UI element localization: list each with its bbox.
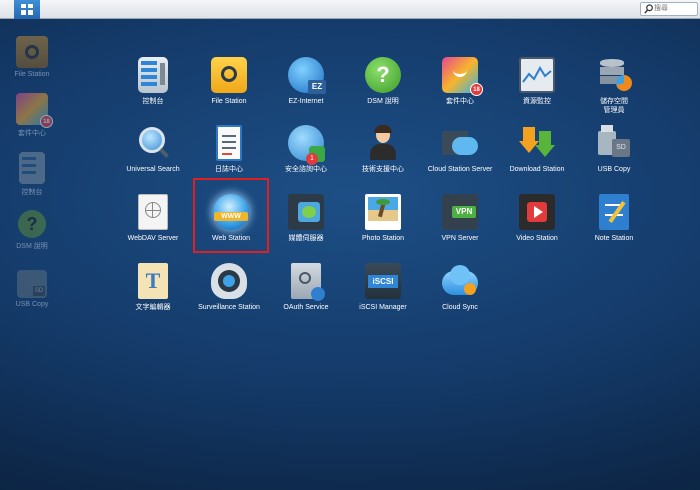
package-center-icon: 18 [16, 93, 53, 128]
app-resource-monitor[interactable]: 資源監控 [499, 57, 575, 106]
app-universal-search[interactable]: Universal Search [115, 125, 191, 174]
control-panel-icon [138, 57, 168, 93]
desktop-shortcut-dsm-help[interactable]: ? DSM 說明 [4, 210, 60, 251]
app-iscsi-manager[interactable]: iSCSI iSCSI Manager [345, 263, 421, 312]
app-video-station[interactable]: Video Station [499, 194, 575, 243]
cloud-station-icon [442, 125, 478, 161]
app-cloud-sync[interactable]: Cloud Sync [422, 263, 498, 312]
app-log-center[interactable]: 日誌中心 [191, 125, 267, 174]
cloud-sync-icon [442, 263, 478, 299]
resource-monitor-icon [519, 57, 555, 93]
app-file-station[interactable]: File Station [191, 57, 267, 106]
storage-manager-icon [596, 57, 632, 93]
support-center-icon [365, 125, 401, 161]
help-icon: ? [365, 57, 401, 93]
app-note-station[interactable]: Note Station [576, 194, 652, 243]
app-text-editor[interactable]: T 文字編輯器 [115, 263, 191, 312]
taskbar: 搜尋 [0, 0, 700, 19]
main-menu-button[interactable] [14, 0, 40, 19]
usb-icon: SD [17, 270, 47, 298]
app-media-server[interactable]: 媒體伺服器 [268, 194, 344, 243]
search-icon [135, 125, 171, 161]
text-editor-icon: T [138, 263, 168, 299]
app-webdav-server[interactable]: WebDAV Server [115, 194, 191, 243]
desktop-shortcut-control-panel[interactable]: 控制台 [4, 152, 60, 197]
video-icon [519, 194, 555, 230]
folder-icon [16, 36, 48, 68]
search-input[interactable]: 搜尋 [640, 2, 698, 16]
app-dsm-help[interactable]: ? DSM 說明 [345, 57, 421, 106]
app-photo-station[interactable]: Photo Station [345, 194, 421, 243]
control-panel-icon [19, 152, 45, 184]
download-icon [519, 125, 555, 161]
folder-icon [211, 57, 247, 93]
security-advisor-icon: 1 [288, 125, 325, 165]
app-support-center[interactable]: 技術支援中心 [345, 125, 421, 174]
app-usb-copy[interactable]: SD USB Copy [576, 125, 652, 174]
grid-icon [21, 4, 33, 15]
storage-manager-label-line1: 儲存空間 [600, 98, 628, 105]
search-icon [644, 4, 653, 14]
log-center-icon [216, 125, 242, 161]
desktop-shortcut-package-center[interactable]: 18 套件中心 [4, 93, 60, 138]
desktop-shortcut-file-station[interactable]: File Station [4, 36, 60, 78]
photo-icon [365, 194, 401, 230]
www-globe-icon: WWW [213, 194, 249, 230]
webdav-icon [138, 194, 168, 230]
app-vpn-server[interactable]: VPN VPN Server [422, 194, 498, 243]
app-storage-manager[interactable]: 儲存空間 管理員 [576, 57, 652, 115]
ez-internet-icon: EZ [288, 57, 326, 94]
camera-icon [211, 263, 247, 299]
app-download-station[interactable]: Download Station [499, 125, 575, 174]
vpn-icon: VPN [442, 194, 478, 230]
app-oauth-service[interactable]: OAuth Service [268, 263, 344, 312]
app-surveillance-station[interactable]: Surveillance Station [191, 263, 267, 312]
storage-manager-label-line2: 管理員 [603, 107, 625, 114]
app-cloud-station-server[interactable]: Cloud Station Server [422, 125, 498, 174]
package-center-icon: 18 [442, 57, 483, 96]
app-web-station[interactable]: WWW Web Station [193, 194, 269, 243]
app-ez-internet[interactable]: EZ EZ-Internet [268, 57, 344, 106]
iscsi-icon: iSCSI [365, 263, 401, 299]
app-package-center[interactable]: 18 套件中心 [422, 57, 498, 106]
oauth-icon [291, 263, 325, 301]
search-placeholder: 搜尋 [654, 5, 668, 12]
app-security-advisor[interactable]: 1 安全諮詢中心 [268, 125, 344, 174]
usb-icon: SD [596, 125, 632, 161]
note-icon [599, 194, 629, 230]
desktop-shortcut-usb-copy[interactable]: SD USB Copy [4, 270, 60, 308]
app-control-panel[interactable]: 控制台 [115, 57, 191, 106]
media-server-icon [288, 194, 324, 230]
help-icon: ? [18, 210, 46, 238]
